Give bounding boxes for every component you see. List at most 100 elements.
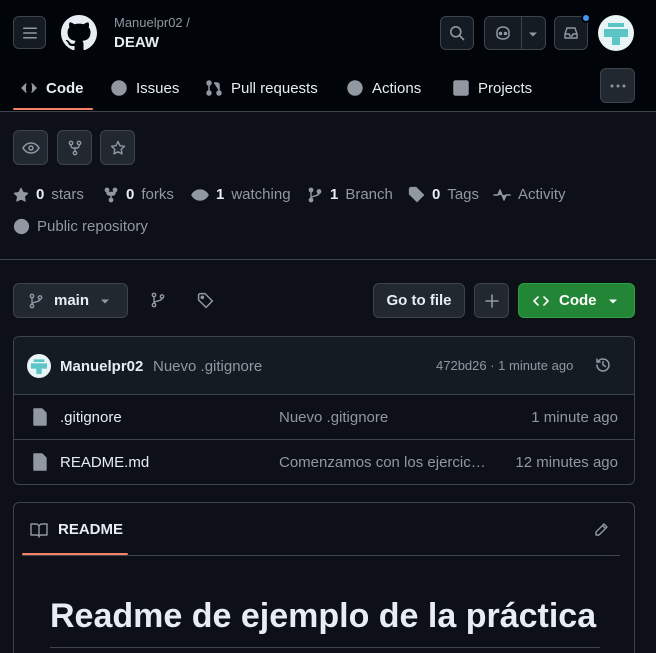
branch-icon — [151, 292, 165, 308]
file-icon — [33, 453, 47, 471]
table-row[interactable]: .gitignore Nuevo .gitignore 1 minute ago — [14, 394, 635, 439]
add-file-button[interactable] — [474, 283, 509, 318]
app-header: Manuelpr02 / DEAW Code Issues Pull reque… — [0, 0, 656, 112]
branch-name: main — [54, 292, 90, 309]
watching-count: 1 — [216, 186, 225, 203]
star-icon — [110, 140, 125, 155]
stars-stat[interactable]: 0 stars — [13, 186, 84, 203]
tags-label: Tags — [447, 186, 480, 203]
code-icon — [533, 295, 549, 306]
branch-stat[interactable]: 1 Branch — [307, 186, 393, 203]
code-dropdown-button[interactable]: Code — [518, 283, 635, 318]
tab-label: Issues — [136, 79, 180, 97]
table-icon — [453, 80, 469, 96]
visibility-info: Public repository — [13, 218, 148, 235]
readme-tab[interactable]: README — [30, 521, 123, 538]
file-commit-message[interactable]: Comenzamos con los ejercicios — [279, 454, 489, 471]
file-name[interactable]: .gitignore — [60, 409, 122, 426]
code-button-label: Code — [559, 292, 597, 309]
chevron-down-icon[interactable] — [528, 29, 538, 39]
avatar[interactable] — [598, 15, 634, 51]
fork-icon — [104, 187, 118, 202]
forks-count: 0 — [126, 186, 135, 203]
more-tabs-button[interactable] — [600, 68, 635, 103]
branch-selector[interactable]: main — [13, 283, 128, 318]
repo-name-link[interactable]: DEAW — [114, 34, 159, 51]
kebab-horizontal-icon — [610, 84, 625, 87]
tab-issues[interactable]: Issues — [110, 66, 179, 110]
latest-commit-bar: Manuelpr02 Nuevo .gitignore 472bd26 · 1 … — [14, 337, 634, 395]
stars-label: stars — [51, 186, 84, 203]
watch-button[interactable] — [13, 130, 48, 165]
branch-icon — [29, 293, 43, 308]
stars-count: 0 — [36, 186, 45, 203]
eye-icon — [21, 141, 40, 154]
pulse-icon — [493, 188, 511, 201]
activity-link[interactable]: Activity — [493, 186, 566, 203]
notification-dot — [581, 13, 591, 23]
tags-link[interactable] — [197, 292, 214, 309]
tab-label: Projects — [478, 79, 533, 97]
chevron-down-icon — [101, 299, 109, 304]
plus-icon — [484, 293, 499, 308]
file-commit-time: 1 minute ago — [531, 409, 618, 426]
commit-author-avatar[interactable] — [27, 354, 51, 378]
inbox-icon — [564, 27, 578, 39]
branch-label: Branch — [345, 186, 393, 203]
forks-stat[interactable]: 0 forks — [103, 186, 174, 203]
commit-author[interactable]: Manuelpr02 — [60, 358, 143, 375]
tags-count: 0 — [432, 186, 441, 203]
branch-count: 1 — [330, 186, 339, 203]
star-button[interactable] — [100, 130, 135, 165]
issue-icon — [111, 80, 127, 96]
readme-heading-rule — [50, 647, 600, 648]
readme-box: README Readme de ejemplo de la práctica — [13, 502, 635, 653]
copilot-icon — [496, 26, 510, 40]
star-icon — [13, 187, 29, 202]
readme-heading: Readme de ejemplo de la práctica — [50, 597, 597, 635]
watching-stat[interactable]: 1 watching — [191, 186, 291, 203]
tag-icon — [408, 186, 425, 203]
visibility-label: Public repository — [37, 218, 148, 235]
tab-label: Code — [46, 79, 84, 97]
chevron-down-icon — [609, 299, 617, 304]
hamburger-icon — [22, 27, 37, 38]
go-to-file-button[interactable]: Go to file — [373, 283, 465, 318]
forks-label: forks — [141, 186, 174, 203]
table-row[interactable]: README.md Comenzamos con los ejercicios … — [14, 439, 635, 484]
fork-button[interactable] — [57, 130, 92, 165]
copilot-button[interactable] — [484, 16, 546, 50]
code-icon — [21, 83, 37, 93]
eye-icon — [191, 188, 209, 201]
search-icon — [450, 26, 465, 41]
branches-link[interactable] — [150, 292, 166, 308]
fork-icon — [68, 140, 81, 155]
repo-owner-link[interactable]: Manuelpr02 / — [114, 15, 190, 30]
tab-projects[interactable]: Projects — [452, 66, 532, 110]
file-commit-message[interactable]: Nuevo .gitignore — [279, 409, 489, 426]
file-name[interactable]: README.md — [60, 454, 149, 471]
branch-icon — [308, 187, 322, 202]
search-button[interactable] — [440, 16, 474, 50]
tab-actions[interactable]: Actions — [346, 66, 421, 110]
tag-icon — [197, 292, 214, 309]
tab-code[interactable]: Code — [20, 66, 84, 110]
commit-meta[interactable]: 472bd26 · 1 minute ago — [436, 358, 573, 373]
globe-icon — [13, 218, 30, 235]
book-icon — [30, 522, 48, 538]
readme-tab-label: README — [58, 521, 124, 538]
github-logo-icon[interactable] — [61, 15, 97, 51]
tags-stat[interactable]: 0 Tags — [408, 186, 479, 203]
section-divider — [0, 259, 656, 260]
tab-label: Pull requests — [231, 79, 318, 97]
activity-label: Activity — [518, 186, 566, 203]
pencil-icon[interactable] — [593, 522, 609, 538]
history-icon[interactable] — [594, 356, 612, 374]
file-commit-time: 12 minutes ago — [515, 454, 618, 471]
file-icon — [33, 408, 47, 426]
pull-request-icon — [206, 80, 222, 96]
commit-message[interactable]: Nuevo .gitignore — [153, 358, 262, 375]
tab-pull-requests[interactable]: Pull requests — [205, 66, 318, 110]
menu-button[interactable] — [13, 16, 46, 49]
go-to-file-label: Go to file — [386, 292, 452, 309]
